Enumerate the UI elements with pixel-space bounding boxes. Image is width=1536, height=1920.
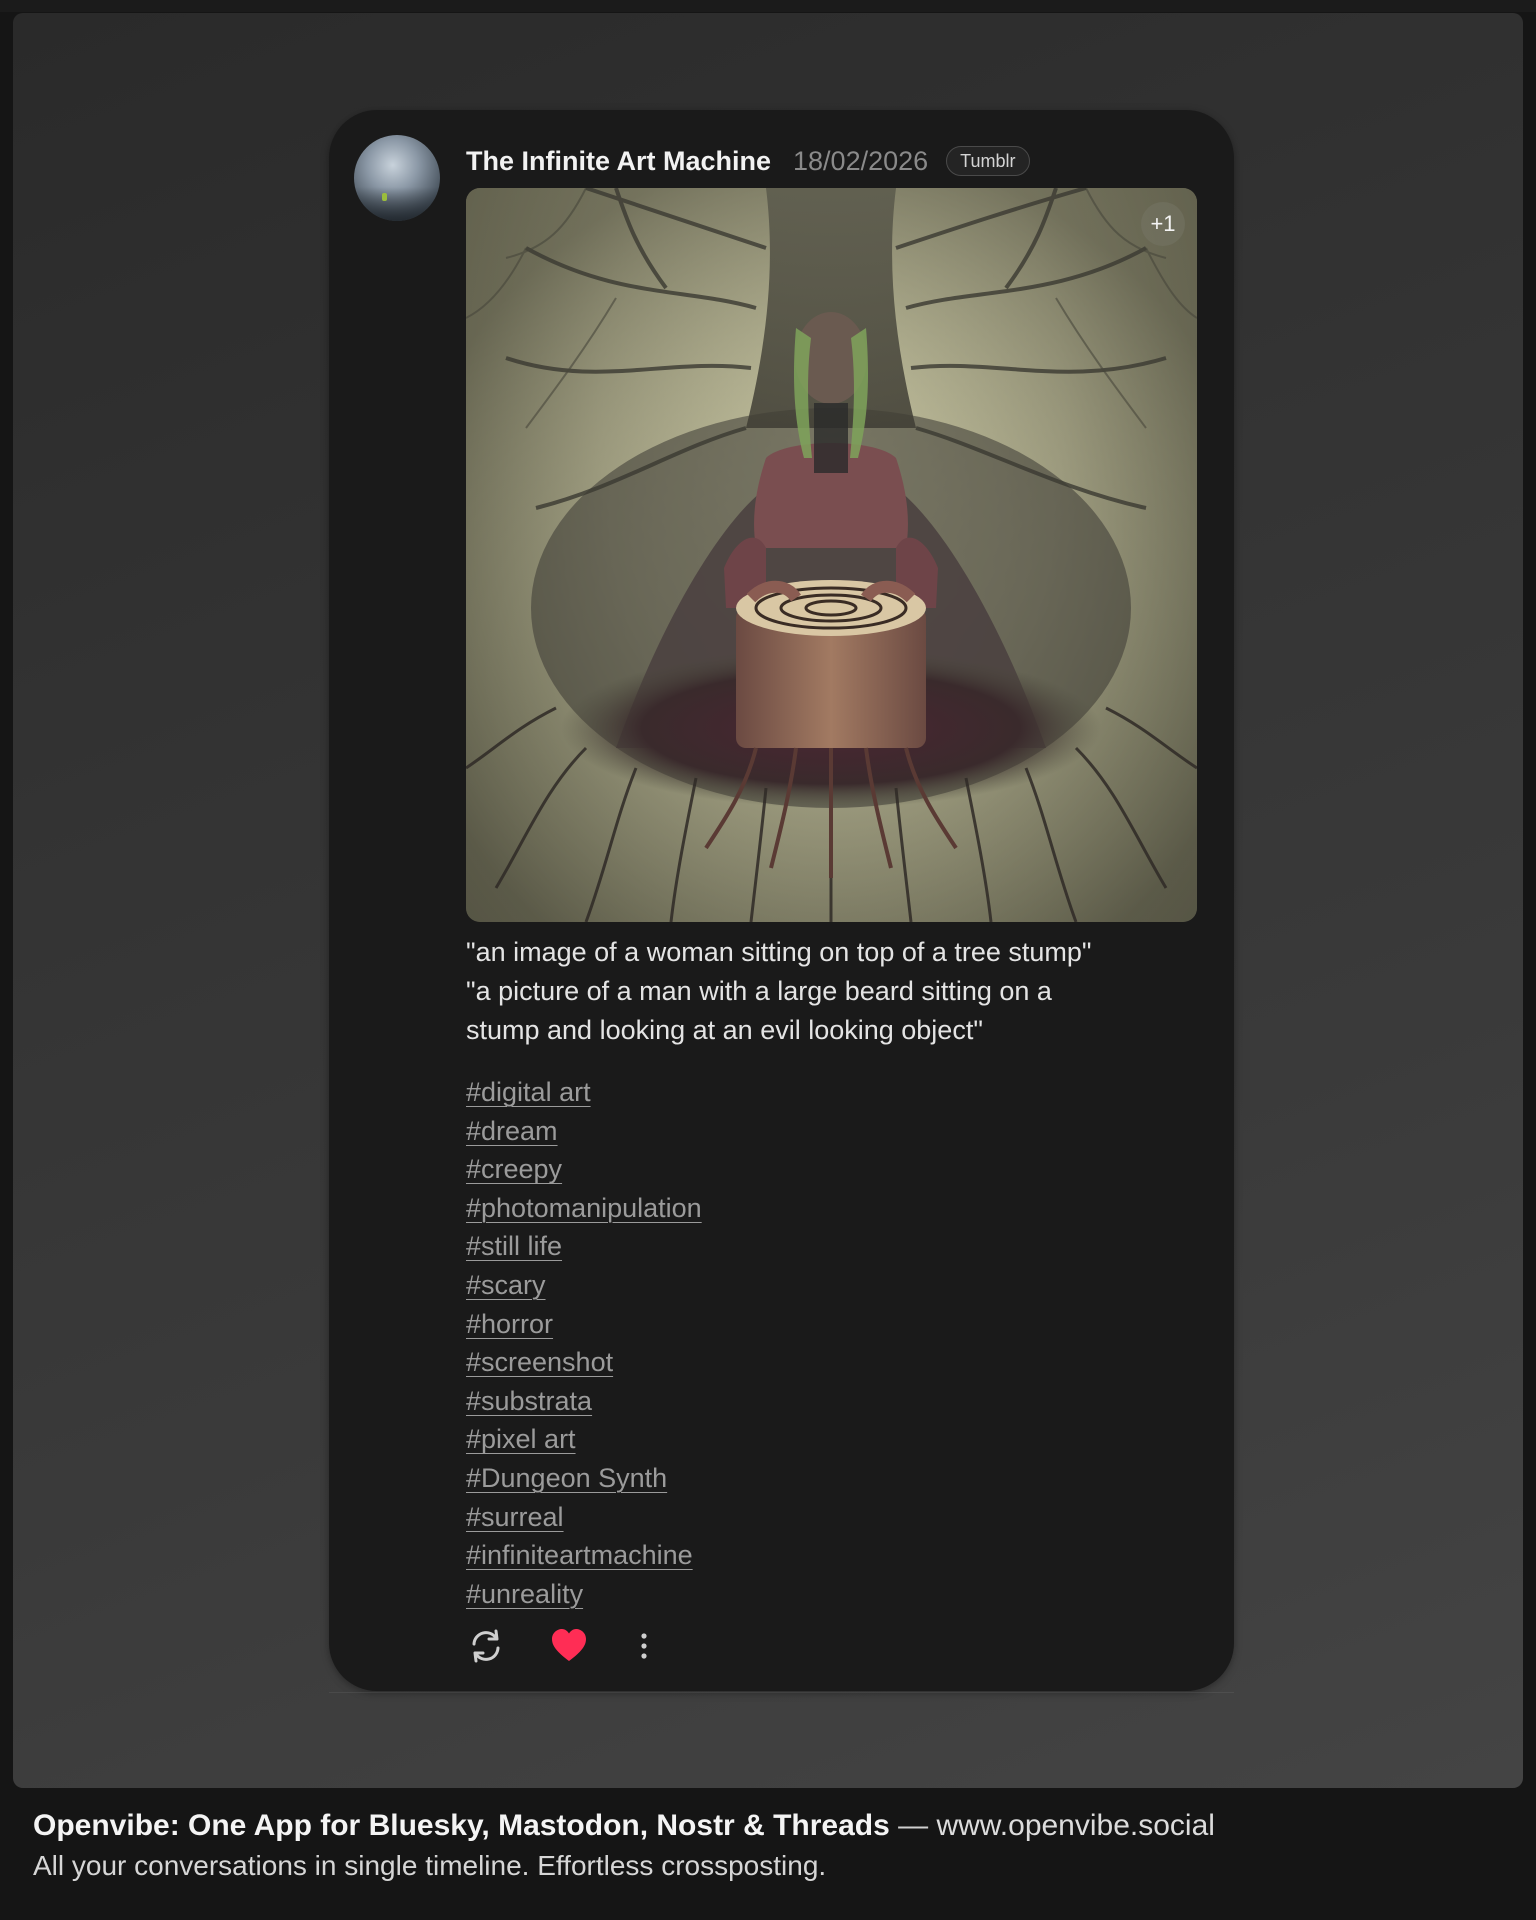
tag-list: #digital art #dream #creepy #photomanipu… xyxy=(466,1073,1206,1613)
tag-link[interactable]: #photomanipulation xyxy=(466,1189,702,1228)
card-divider xyxy=(329,1692,1234,1693)
media-count-badge[interactable]: +1 xyxy=(1141,202,1185,246)
caption-line: "a picture of a man with a large beard s… xyxy=(466,976,1052,1006)
avatar-figure xyxy=(382,193,387,201)
post-date: 18/02/2026 xyxy=(793,145,929,176)
footer-tagline: All your conversations in single timelin… xyxy=(33,1850,827,1881)
avatar-shade xyxy=(354,187,440,221)
tag-link[interactable]: #scary xyxy=(466,1266,546,1305)
tag-link[interactable]: #surreal xyxy=(466,1498,564,1537)
tag-link[interactable]: #pixel art xyxy=(466,1420,576,1459)
tag-link[interactable]: #creepy xyxy=(466,1150,562,1189)
tag-link[interactable]: #screenshot xyxy=(466,1343,613,1382)
caption-line: "an image of a woman sitting on top of a… xyxy=(466,937,1092,967)
repost-button[interactable] xyxy=(466,1628,506,1668)
post-caption: "an image of a woman sitting on top of a… xyxy=(466,933,1226,1050)
heart-icon xyxy=(549,1626,589,1671)
footer-separator: — xyxy=(889,1809,937,1842)
post-header: The Infinite Art Machine 18/02/2026 Tumb… xyxy=(466,138,1030,184)
tag-link[interactable]: #digital art xyxy=(466,1073,591,1112)
post-image[interactable]: +1 xyxy=(466,188,1197,922)
author-avatar[interactable] xyxy=(354,135,440,221)
more-button[interactable] xyxy=(624,1628,664,1668)
tag-link[interactable]: #still life xyxy=(466,1227,562,1266)
platform-badge: Tumblr xyxy=(946,146,1030,176)
tag-link[interactable]: #infiniteartmachine xyxy=(466,1536,693,1575)
repost-icon xyxy=(466,1626,506,1671)
screenshot-backdrop: The Infinite Art Machine 18/02/2026 Tumb… xyxy=(13,13,1523,1788)
promo-footer: Openvibe: One App for Bluesky, Mastodon,… xyxy=(33,1806,1215,1886)
caption-line: stump and looking at an evil looking obj… xyxy=(466,1015,983,1045)
tag-link[interactable]: #Dungeon Synth xyxy=(466,1459,667,1498)
like-button[interactable] xyxy=(549,1628,589,1668)
artwork-illustration xyxy=(466,188,1197,922)
tag-link[interactable]: #unreality xyxy=(466,1575,583,1614)
tag-link[interactable]: #horror xyxy=(466,1305,553,1344)
footer-headline: Openvibe: One App for Bluesky, Mastodon,… xyxy=(33,1806,1215,1846)
tag-link[interactable]: #substrata xyxy=(466,1382,592,1421)
tag-link[interactable]: #dream xyxy=(466,1112,558,1151)
author-name[interactable]: The Infinite Art Machine xyxy=(466,146,771,177)
footer-url-link[interactable]: www.openvibe.social xyxy=(936,1809,1214,1842)
more-vertical-icon xyxy=(624,1626,664,1671)
post-card[interactable]: The Infinite Art Machine 18/02/2026 Tumb… xyxy=(329,110,1234,1691)
top-strip xyxy=(0,0,1536,12)
footer-title: Openvibe: One App for Bluesky, Mastodon,… xyxy=(33,1809,890,1842)
